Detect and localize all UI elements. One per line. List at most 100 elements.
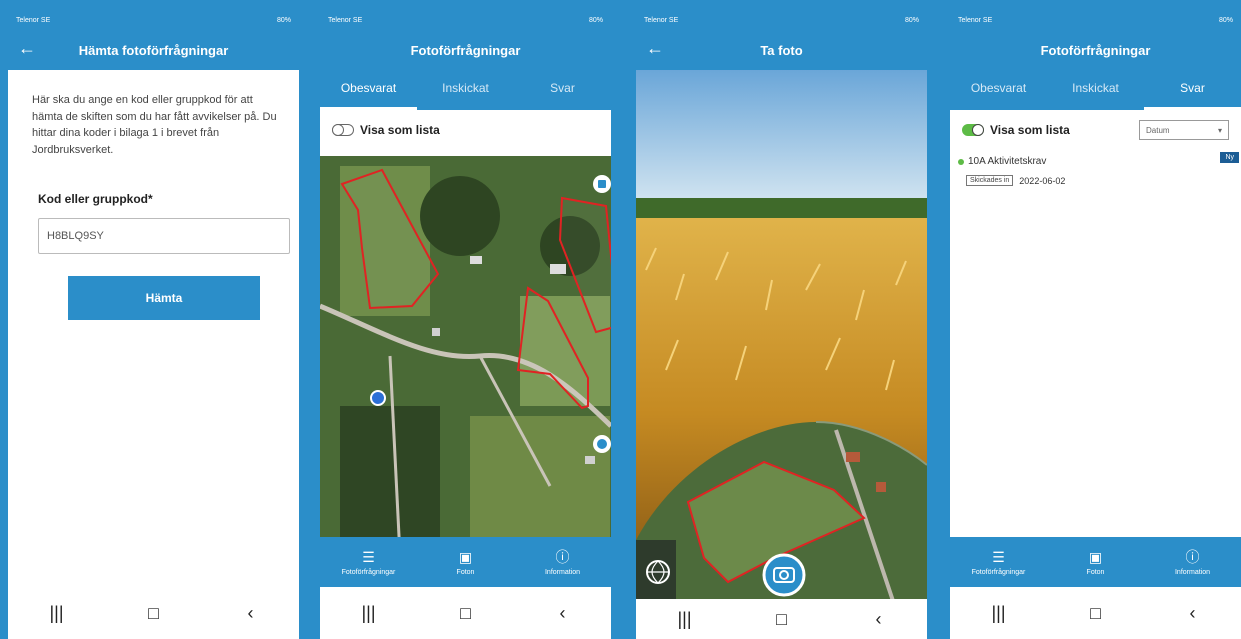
list-toggle[interactable] <box>962 124 984 136</box>
battery-indicator: 80% <box>904 16 919 24</box>
code-field-label: Kod eller gruppkod* <box>38 192 153 206</box>
camera-shutter-button[interactable] <box>762 553 806 597</box>
app-bar: ← Hämta fotoförfrågningar <box>8 30 299 70</box>
system-back-icon[interactable]: ‹ <box>533 603 593 624</box>
carrier-label: Telenor SE <box>328 16 363 24</box>
bottom-tab-label: Information <box>1174 568 1211 576</box>
bottom-tab-bar: ☰ Fotoförfrågningar ▣ Foton ⓘ Informatio… <box>950 537 1241 587</box>
building <box>876 482 886 492</box>
camera-viewfinder[interactable] <box>636 70 927 610</box>
toggle-knob <box>332 124 344 136</box>
system-nav-bar: ||| □ ‹ <box>320 587 611 639</box>
bottom-tab-label: Information <box>544 568 581 576</box>
list-item-meta: Skickades in 2022-06-02 <box>966 175 1241 186</box>
list-toggle-row: Visa som lista Datum ▾ <box>950 110 1241 150</box>
bottom-tab-label: Fotoförfrågningar <box>341 568 396 576</box>
instructions-text: Här ska du ange en kod eller gruppkod fö… <box>32 94 277 156</box>
image-icon: ▣ <box>1088 548 1103 565</box>
tab-submitted[interactable]: Inskickat <box>417 70 514 110</box>
bottom-tab-photos[interactable]: ▣ Foton <box>1047 537 1144 587</box>
header: Telenor SE 80% ← Ta foto <box>636 10 927 70</box>
system-back-icon[interactable]: ‹ <box>1163 603 1223 624</box>
sort-dropdown[interactable]: Datum ▾ <box>1139 120 1229 140</box>
fetch-button[interactable]: Hämta <box>68 276 260 320</box>
home-icon[interactable]: □ <box>1066 603 1126 624</box>
status-bar: Telenor SE 80% <box>8 10 299 30</box>
recent-apps-icon[interactable]: ||| <box>969 603 1029 624</box>
back-arrow-icon[interactable]: ← <box>18 38 36 58</box>
viewfinder-canvas <box>636 70 927 610</box>
satellite-map[interactable] <box>320 156 611 556</box>
bottom-tab-requests[interactable]: ☰ Fotoförfrågningar <box>950 537 1047 587</box>
map-meadow <box>470 416 610 556</box>
status-bar: Telenor SE 80% <box>636 10 927 30</box>
building <box>585 456 595 464</box>
home-icon[interactable]: □ <box>124 603 184 624</box>
app-bar: Fotoförfrågningar <box>950 30 1241 70</box>
header: Telenor SE 80% Fotoförfrågningar Obesvar… <box>950 10 1241 110</box>
page-title: Fotoförfrågningar <box>1040 42 1151 58</box>
system-back-icon[interactable]: ‹ <box>849 609 909 630</box>
tab-bar: Obesvarat Inskickat Svar <box>320 70 611 110</box>
home-icon[interactable]: □ <box>752 609 812 630</box>
list-toggle-label: Visa som lista <box>990 123 1070 137</box>
tree-line <box>636 198 927 220</box>
recent-apps-icon[interactable]: ||| <box>655 609 715 630</box>
system-nav-bar: ||| □ ‹ <box>950 587 1241 639</box>
current-location-marker <box>370 390 386 406</box>
tab-submitted[interactable]: Inskickat <box>1047 70 1144 110</box>
tab-answers[interactable]: Svar <box>1144 70 1241 110</box>
image-icon: ▣ <box>458 548 473 565</box>
bottom-tab-label: Foton <box>1086 568 1105 576</box>
back-arrow-icon[interactable]: ← <box>646 38 664 58</box>
list-toggle[interactable] <box>332 124 354 136</box>
recent-apps-icon[interactable]: ||| <box>339 603 399 624</box>
caret-down-icon: ▾ <box>1217 125 1222 135</box>
recent-apps-icon[interactable]: ||| <box>27 603 87 624</box>
app-bar: Fotoförfrågningar <box>320 30 611 70</box>
tab-unanswered[interactable]: Obesvarat <box>950 70 1047 110</box>
battery-indicator: 80% <box>276 16 291 24</box>
bottom-tab-bar: ☰ Fotoförfrågningar ▣ Foton ⓘ Informatio… <box>320 537 611 587</box>
bottom-tab-information[interactable]: ⓘ Information <box>514 537 611 587</box>
app-bar: ← Ta foto <box>636 30 927 70</box>
list-icon: ☰ <box>992 548 1005 565</box>
home-icon[interactable]: □ <box>436 603 496 624</box>
bottom-tab-label: Foton <box>456 568 475 576</box>
layers-icon-glyph <box>598 180 606 188</box>
map-canvas <box>320 156 611 556</box>
building <box>470 256 482 264</box>
sort-value: Datum <box>1146 125 1170 135</box>
phone-screen-fetch: Telenor SE 80% ← Hämta fotoförfrågningar… <box>8 10 299 639</box>
phone-screen-camera: Telenor SE 80% ← Ta foto ||| □ ‹ <box>636 10 927 639</box>
system-nav-bar: ||| □ ‹ <box>8 587 299 639</box>
system-back-icon[interactable]: ‹ <box>221 603 281 624</box>
bottom-tab-photos[interactable]: ▣ Foton <box>417 537 514 587</box>
carrier-label: Telenor SE <box>958 16 993 24</box>
list-item-title-row: 10A Aktivitetskrav <box>958 156 1241 167</box>
carrier-label: Telenor SE <box>644 16 679 24</box>
tab-answers[interactable]: Svar <box>514 70 611 110</box>
bottom-tab-label: Fotoförfrågningar <box>971 568 1026 576</box>
list-item-title: 10A Aktivitetskrav <box>968 156 1047 167</box>
tab-bar: Obesvarat Inskickat Svar <box>950 70 1241 110</box>
page-title: Fotoförfrågningar <box>410 42 521 58</box>
compass-icon-glyph <box>597 439 607 449</box>
building <box>550 264 566 274</box>
bottom-tab-information[interactable]: ⓘ Information <box>1144 537 1241 587</box>
status-dot-icon <box>958 158 964 165</box>
list-icon: ☰ <box>362 548 375 565</box>
list-toggle-row: Visa som lista <box>320 110 611 150</box>
code-input[interactable] <box>38 218 290 254</box>
map-forest <box>420 176 500 256</box>
carrier-label: Telenor SE <box>16 16 51 24</box>
new-badge: Ny <box>1220 152 1239 163</box>
info-icon: ⓘ <box>555 548 570 565</box>
status-bar: Telenor SE 80% <box>320 10 611 30</box>
bottom-tab-requests[interactable]: ☰ Fotoförfrågningar <box>320 537 417 587</box>
building <box>846 452 860 462</box>
list-item[interactable]: 10A Aktivitetskrav Skickades in 2022-06-… <box>950 150 1241 186</box>
sky <box>636 70 927 210</box>
list-toggle-label: Visa som lista <box>360 123 440 137</box>
tab-unanswered[interactable]: Obesvarat <box>320 70 417 110</box>
